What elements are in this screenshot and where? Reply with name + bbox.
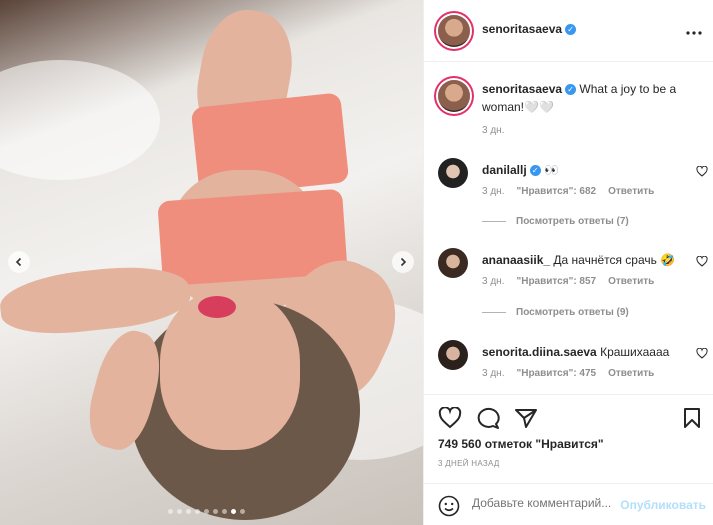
photo-lips [198,296,236,318]
action-icons [438,406,538,432]
comment-avatar[interactable] [438,248,468,278]
add-comment-bar: Опубликовать [424,483,713,525]
carousel-dot [213,509,218,514]
post-header: senoritasaeva ✓ [424,0,713,62]
carousel-dots [168,509,245,514]
comment-meta: 3 дн. "Нравится": 857 Ответить [482,276,654,287]
comment-like-button[interactable] [696,347,708,362]
comment-like-button[interactable] [696,165,708,180]
post-actions: 749 560 отметок "Нравится" 3 ДНЕЙ НАЗАД … [424,394,713,525]
carousel-dot [204,509,209,514]
bed-sheet-highlight [0,60,160,180]
comment-text: danilallj ✓ 👀 [482,162,678,178]
author-username-text[interactable]: senoritasaeva [482,22,562,36]
comment-avatar[interactable] [438,340,468,370]
verified-badge-icon: ✓ [565,24,577,36]
chevron-left-icon [15,257,22,267]
comment-author[interactable]: danilallj [482,163,527,177]
bookmark-icon [684,408,700,428]
carousel-next-button[interactable] [392,251,414,273]
more-options-button[interactable] [686,22,702,40]
divider-line [482,221,506,222]
post-caption: senoritasaeva ✓ What a joy to be a woman!… [482,80,702,116]
caption-author[interactable]: senoritasaeva [482,82,562,96]
comment-text: ananaasiik_ Да начнётся срачь 🤣 [482,252,678,268]
comment-like-button[interactable] [696,255,708,270]
carousel-dot [168,509,173,514]
author-avatar[interactable] [438,15,470,47]
carousel-dot [195,509,200,514]
comment-meta: 3 дн. "Нравится": 475 Ответить [482,368,654,379]
photo-arm [0,260,193,340]
comment-button[interactable] [476,407,500,432]
post-sidebar: senoritasaeva ✓ senoritasaeva ✓ What a joy… [423,0,713,525]
post-photo[interactable] [0,0,423,525]
comment-body: Да начнётся срачь 🤣 [553,253,676,267]
chevron-right-icon [400,257,407,267]
carousel-prev-button[interactable] [8,251,30,273]
verified-badge-icon: ✓ [565,84,577,96]
comment-time[interactable]: 3 дн. [482,186,504,197]
comment-author[interactable]: ananaasiik_ [482,253,550,267]
reply-button[interactable]: Ответить [608,186,654,197]
heart-icon [696,165,708,177]
carousel-dot [231,509,236,514]
heart-icon [696,347,708,359]
like-button[interactable] [438,406,462,432]
comment-author[interactable]: senorita.diina.saeva [482,345,597,359]
comment-likes[interactable]: "Нравится": 857 [516,276,596,287]
comment-avatar[interactable] [438,158,468,188]
heart-icon [438,406,462,429]
author-username[interactable]: senoritasaeva ✓ [482,22,577,36]
comment-icon [477,407,500,429]
carousel-dot [186,509,191,514]
smiley-icon [438,495,460,517]
reply-button[interactable]: Ответить [608,276,654,287]
share-icon [515,409,537,428]
divider-line [482,312,506,313]
publish-button[interactable]: Опубликовать [620,498,706,512]
posted-time[interactable]: 3 ДНЕЙ НАЗАД [438,459,500,468]
comment-body: 👀 [544,163,559,177]
comment-meta: 3 дн. "Нравится": 682 Ответить [482,186,654,197]
comment-time[interactable]: 3 дн. [482,276,504,287]
verified-badge-icon: ✓ [529,165,541,177]
comment-input[interactable] [472,496,622,510]
carousel-dot [222,509,227,514]
comment-text: senorita.diina.saeva Крашихаааа [482,344,678,360]
carousel-dot [177,509,182,514]
emoji-button[interactable] [438,495,460,520]
more-horizontal-icon [686,31,702,35]
view-replies-button[interactable]: Посмотреть ответы (9) [482,307,629,318]
comment-likes[interactable]: "Нравится": 682 [516,186,596,197]
heart-icon [696,255,708,267]
view-replies-button[interactable]: Посмотреть ответы (7) [482,216,629,227]
share-button[interactable] [514,407,538,432]
comment-likes[interactable]: "Нравится": 475 [516,368,596,379]
caption-time[interactable]: 3 дн. [482,125,504,136]
save-button[interactable] [682,407,702,432]
likes-count[interactable]: 749 560 отметок "Нравится" [438,437,604,451]
view-replies-label: Посмотреть ответы (9) [516,307,629,318]
reply-button[interactable]: Ответить [608,368,654,379]
carousel-dot [240,509,245,514]
comment-time[interactable]: 3 дн. [482,368,504,379]
view-replies-label: Посмотреть ответы (7) [516,216,629,227]
comment-body: Крашихаааа [600,345,670,359]
caption-author-avatar[interactable] [438,80,470,112]
